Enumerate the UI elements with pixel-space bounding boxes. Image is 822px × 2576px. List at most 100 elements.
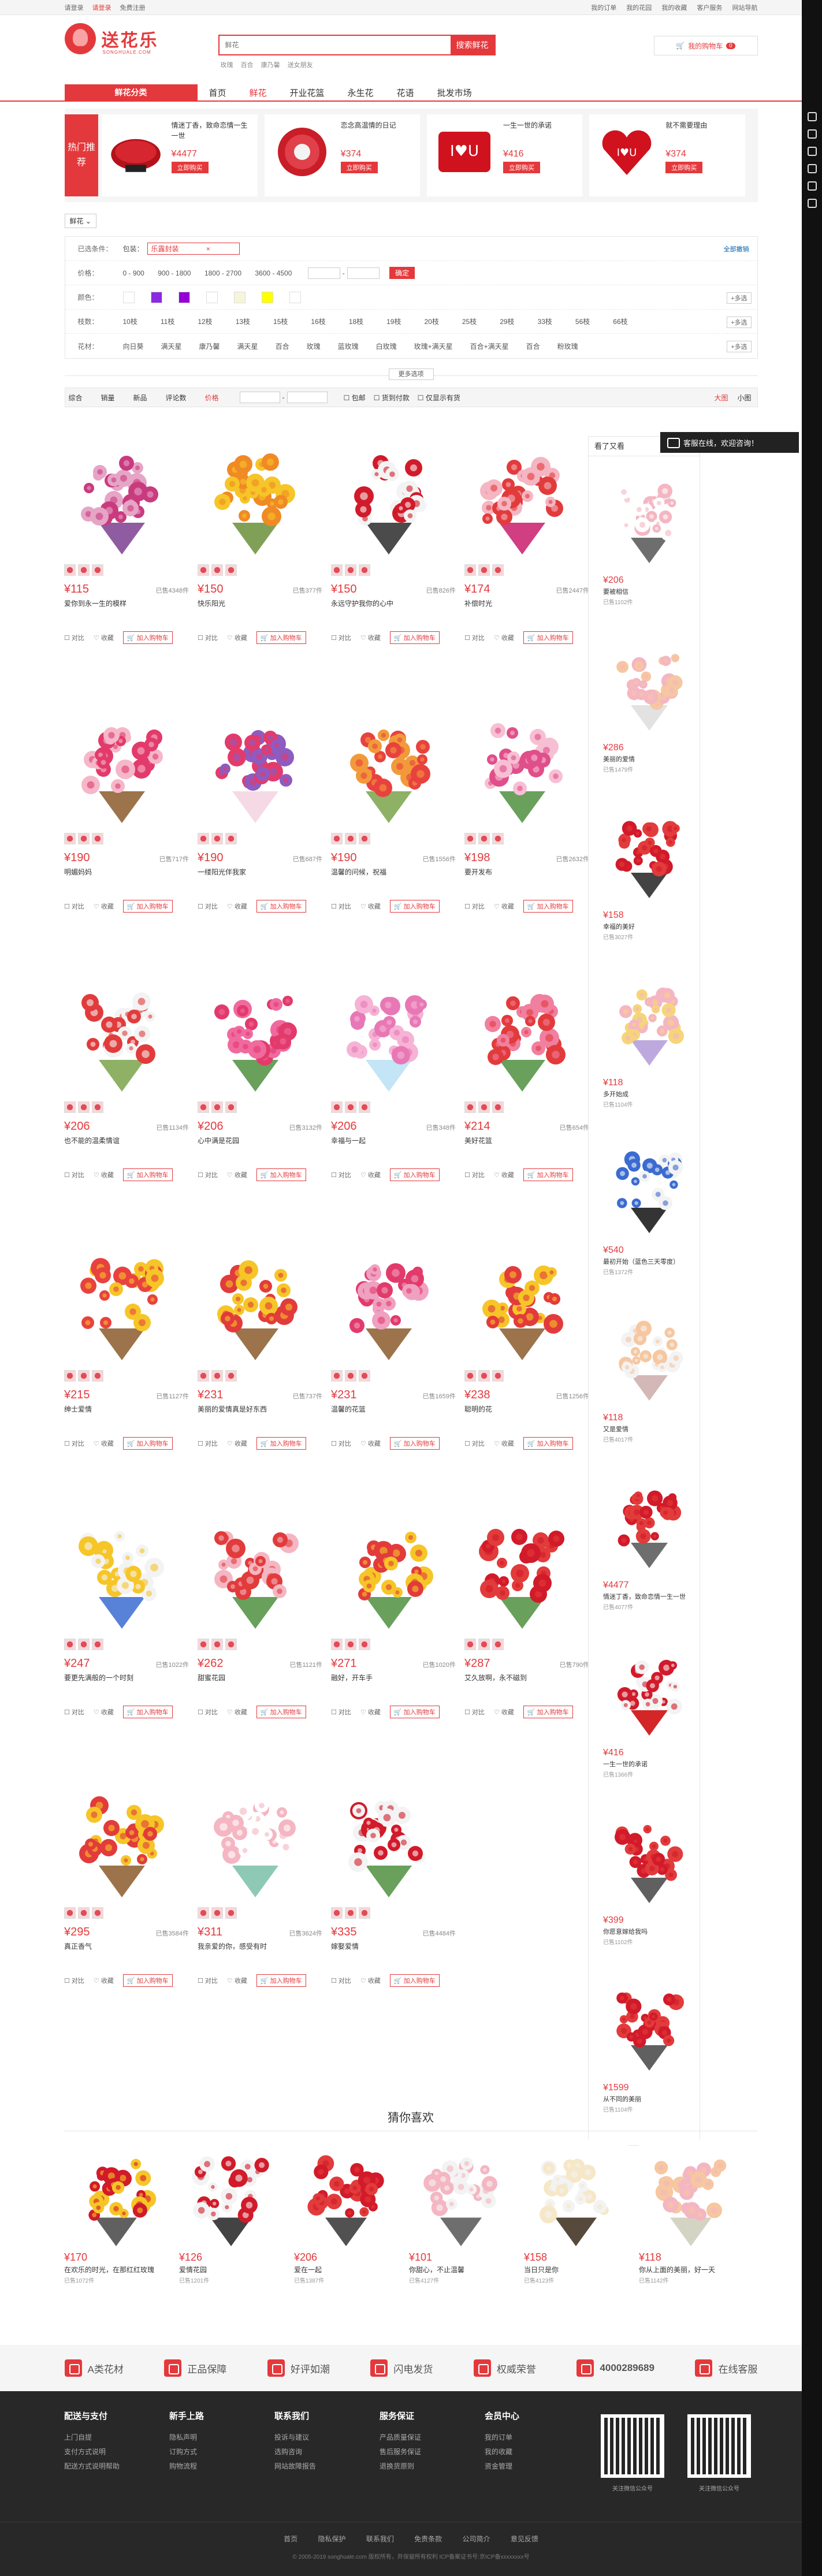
favorite-button[interactable]: ♡ 收藏 (227, 1707, 247, 1717)
footer-link[interactable]: 隐私保护 (318, 2535, 345, 2543)
product-card[interactable]: ¥231 已售1659件 温馨的花篮 ☐ 对比 ♡ 收藏 🛒 加入购物车 (331, 1242, 456, 1507)
thumb[interactable] (331, 1101, 343, 1113)
my-orders-link[interactable]: 我的订单 (591, 5, 616, 12)
thumb[interactable] (359, 1907, 370, 1919)
product-card[interactable]: ¥287 已售790件 艾久放啊，永不磁到 ☐ 对比 ♡ 收藏 🛒 加入购物车 (464, 1510, 589, 1776)
product-name[interactable]: 永远守护我你的心中 (331, 598, 456, 608)
thumb[interactable] (198, 1101, 209, 1113)
breadcrumb-select[interactable]: 鲜花 ⌄ (64, 214, 96, 228)
product-image[interactable] (603, 1970, 695, 2079)
thumb[interactable] (359, 833, 370, 844)
add-to-cart-button[interactable]: 🛒 加入购物车 (523, 1168, 573, 1181)
product-card[interactable]: ¥335 已售4484件 嫁娶爱情 ☐ 对比 ♡ 收藏 🛒 加入购物车 (331, 1779, 456, 2045)
add-to-cart-button[interactable]: 🛒 加入购物车 (389, 1168, 440, 1181)
product-card[interactable]: ¥262 已售1121件 甜蜜花园 ☐ 对比 ♡ 收藏 🛒 加入购物车 (198, 1510, 322, 1776)
price-to-input[interactable] (287, 392, 328, 403)
count-option[interactable]: 12枝 (198, 318, 212, 326)
product-image[interactable] (639, 2139, 743, 2249)
favorite-button[interactable]: ♡ 收藏 (227, 633, 247, 642)
compare-checkbox[interactable]: ☐ 对比 (331, 1170, 351, 1179)
color-swatch[interactable] (206, 291, 218, 303)
add-to-cart-button[interactable]: 🛒 加入购物车 (389, 1706, 440, 1718)
buy-now-button[interactable]: 立即购买 (665, 162, 703, 173)
footer-link[interactable]: 资金管理 (485, 2461, 590, 2471)
product-card[interactable]: ¥198 已售2632件 要开发布 ☐ 对比 ♡ 收藏 🛒 加入购物车 (464, 705, 589, 970)
login-link[interactable]: 请登录 (92, 5, 111, 12)
hot-word[interactable]: 康乃馨 (261, 62, 280, 69)
compare-checkbox[interactable]: ☐ 对比 (64, 1976, 84, 1985)
kind-option[interactable]: 白玫瑰 (376, 343, 397, 351)
thumb[interactable] (492, 1639, 504, 1650)
thumb[interactable] (211, 833, 223, 844)
thumb[interactable] (211, 564, 223, 576)
thumb[interactable] (359, 1101, 370, 1113)
count-option[interactable]: 29枝 (500, 318, 514, 326)
favorite-button[interactable]: ♡ 收藏 (94, 633, 114, 642)
compare-checkbox[interactable]: ☐ 对比 (464, 1439, 485, 1448)
product-card[interactable]: ¥150 已售377件 快乐阳光 ☐ 对比 ♡ 收藏 🛒 加入购物车 (198, 436, 322, 702)
thumb[interactable] (78, 1639, 90, 1650)
product-image[interactable] (603, 1132, 695, 1242)
product-image[interactable] (603, 1802, 695, 1912)
favorite-button[interactable]: ♡ 收藏 (94, 1976, 114, 1985)
thumb[interactable] (198, 1639, 209, 1650)
footer-link[interactable]: 购物流程 (169, 2461, 274, 2471)
add-to-cart-button[interactable]: 🛒 加入购物车 (122, 900, 173, 913)
buy-now-button[interactable]: 立即购买 (503, 162, 540, 173)
hot-item[interactable]: 恋念高温情的日记 ¥374 立即购买 (264, 114, 420, 196)
thumb[interactable] (64, 1370, 76, 1382)
product-name[interactable]: 甜蜜花园 (198, 1673, 322, 1682)
favorite-button[interactable]: ♡ 收藏 (494, 1707, 514, 1717)
compare-checkbox[interactable]: ☐ 对比 (331, 902, 351, 911)
nav-item-language[interactable]: 花语 (385, 84, 426, 100)
cod-checkbox[interactable]: ☐ 货到付款 (374, 393, 410, 403)
thumb[interactable] (225, 1907, 237, 1919)
online-chat-button[interactable]: 客服在线，欢迎咨询！ (660, 432, 799, 453)
thumb[interactable] (211, 1101, 223, 1113)
nav-item-eternal[interactable]: 永生花 (336, 84, 385, 100)
thumb[interactable] (198, 564, 209, 576)
compare-checkbox[interactable]: ☐ 对比 (64, 1170, 84, 1179)
product-name[interactable]: 美好花篮 (464, 1136, 589, 1145)
footer-link[interactable]: 退换货原则 (380, 2461, 485, 2471)
thumb[interactable] (331, 1639, 343, 1650)
product-image[interactable] (198, 436, 313, 557)
product-name[interactable]: 快乐阳光 (198, 598, 322, 608)
footer-link[interactable]: 支付方式说明 (64, 2447, 169, 2456)
product-image[interactable] (64, 705, 180, 826)
product-image[interactable] (198, 973, 313, 1095)
compare-checkbox[interactable]: ☐ 对比 (331, 1707, 351, 1717)
online-service-button[interactable]: 在线客服 (695, 2359, 757, 2377)
product-name[interactable]: 爱你到永一生的模样 (64, 598, 189, 608)
guess-name[interactable]: 爱在一起 (294, 2265, 404, 2275)
kind-option[interactable]: 百合+满天星 (470, 343, 509, 351)
compare-checkbox[interactable]: ☐ 对比 (64, 633, 84, 642)
thumb[interactable] (64, 833, 76, 844)
footer-link[interactable]: 网站故障报告 (274, 2461, 380, 2471)
logo[interactable]: 送花乐 SONGHUALE.COM (64, 23, 159, 55)
view-large-button[interactable]: 大图 (714, 393, 728, 403)
sidebar-product[interactable]: ¥206 要被相信 已售1102件 (603, 462, 695, 606)
kind-option[interactable]: 满天星 (237, 343, 258, 351)
thumb[interactable] (345, 1639, 356, 1650)
sidebar-name[interactable]: 情迷丁香，致命恋情一生一世 (603, 1592, 695, 1601)
price-range-option[interactable]: 1800 - 2700 (204, 269, 241, 277)
product-card[interactable]: ¥174 已售2447件 补偿时光 ☐ 对比 ♡ 收藏 🛒 加入购物车 (464, 436, 589, 702)
thumb[interactable] (478, 1101, 490, 1113)
thumb[interactable] (478, 564, 490, 576)
favorite-button[interactable]: ♡ 收藏 (227, 1170, 247, 1179)
product-card[interactable]: ¥214 已售654件 美好花篮 ☐ 对比 ♡ 收藏 🛒 加入购物车 (464, 973, 589, 1239)
search-button[interactable]: 搜索鲜花 (450, 36, 494, 54)
kind-option[interactable]: 满天星 (161, 343, 182, 351)
thumb[interactable] (464, 833, 476, 844)
qrcode-icon[interactable] (807, 181, 817, 191)
product-image[interactable] (524, 2139, 628, 2249)
thumb[interactable] (92, 1101, 103, 1113)
footer-link[interactable]: 上门自提 (64, 2432, 169, 2442)
footer-link[interactable]: 免责条款 (414, 2535, 442, 2543)
count-option[interactable]: 16枝 (311, 318, 325, 326)
nav-item-home[interactable]: 首页 (198, 84, 238, 100)
product-name[interactable]: 也不能的温柔情谊 (64, 1136, 189, 1145)
compare-checkbox[interactable]: ☐ 对比 (198, 1707, 218, 1717)
thumb[interactable] (359, 564, 370, 576)
